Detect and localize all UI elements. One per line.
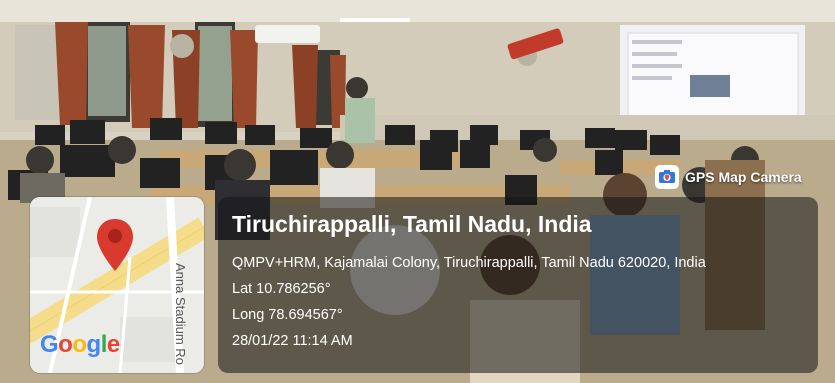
map-pin-icon (97, 219, 133, 271)
google-logo: Google (40, 331, 120, 358)
gps-camera-icon (655, 165, 679, 189)
longitude-text: Long 78.694567° (232, 307, 343, 323)
place-title: Tiruchirappalli, Tamil Nadu, India (232, 211, 592, 237)
geotagged-photo: Anna Stadium Ro Google GPS Map Camera Ti… (0, 0, 835, 383)
latitude-text: Lat 10.786256° (232, 281, 331, 297)
badge-label: GPS Map Camera (685, 169, 802, 185)
gps-map-camera-badge: GPS Map Camera (655, 164, 802, 190)
timestamp-text: 28/01/22 11:14 AM (232, 333, 353, 349)
address-text: QMPV+HRM, Kajamalai Colony, Tiruchirappa… (232, 255, 706, 271)
location-map[interactable]: Anna Stadium Ro Google (30, 197, 204, 373)
road-label: Anna Stadium Ro (173, 263, 188, 365)
location-info-panel: Tiruchirappalli, Tamil Nadu, India QMPV+… (218, 197, 818, 373)
